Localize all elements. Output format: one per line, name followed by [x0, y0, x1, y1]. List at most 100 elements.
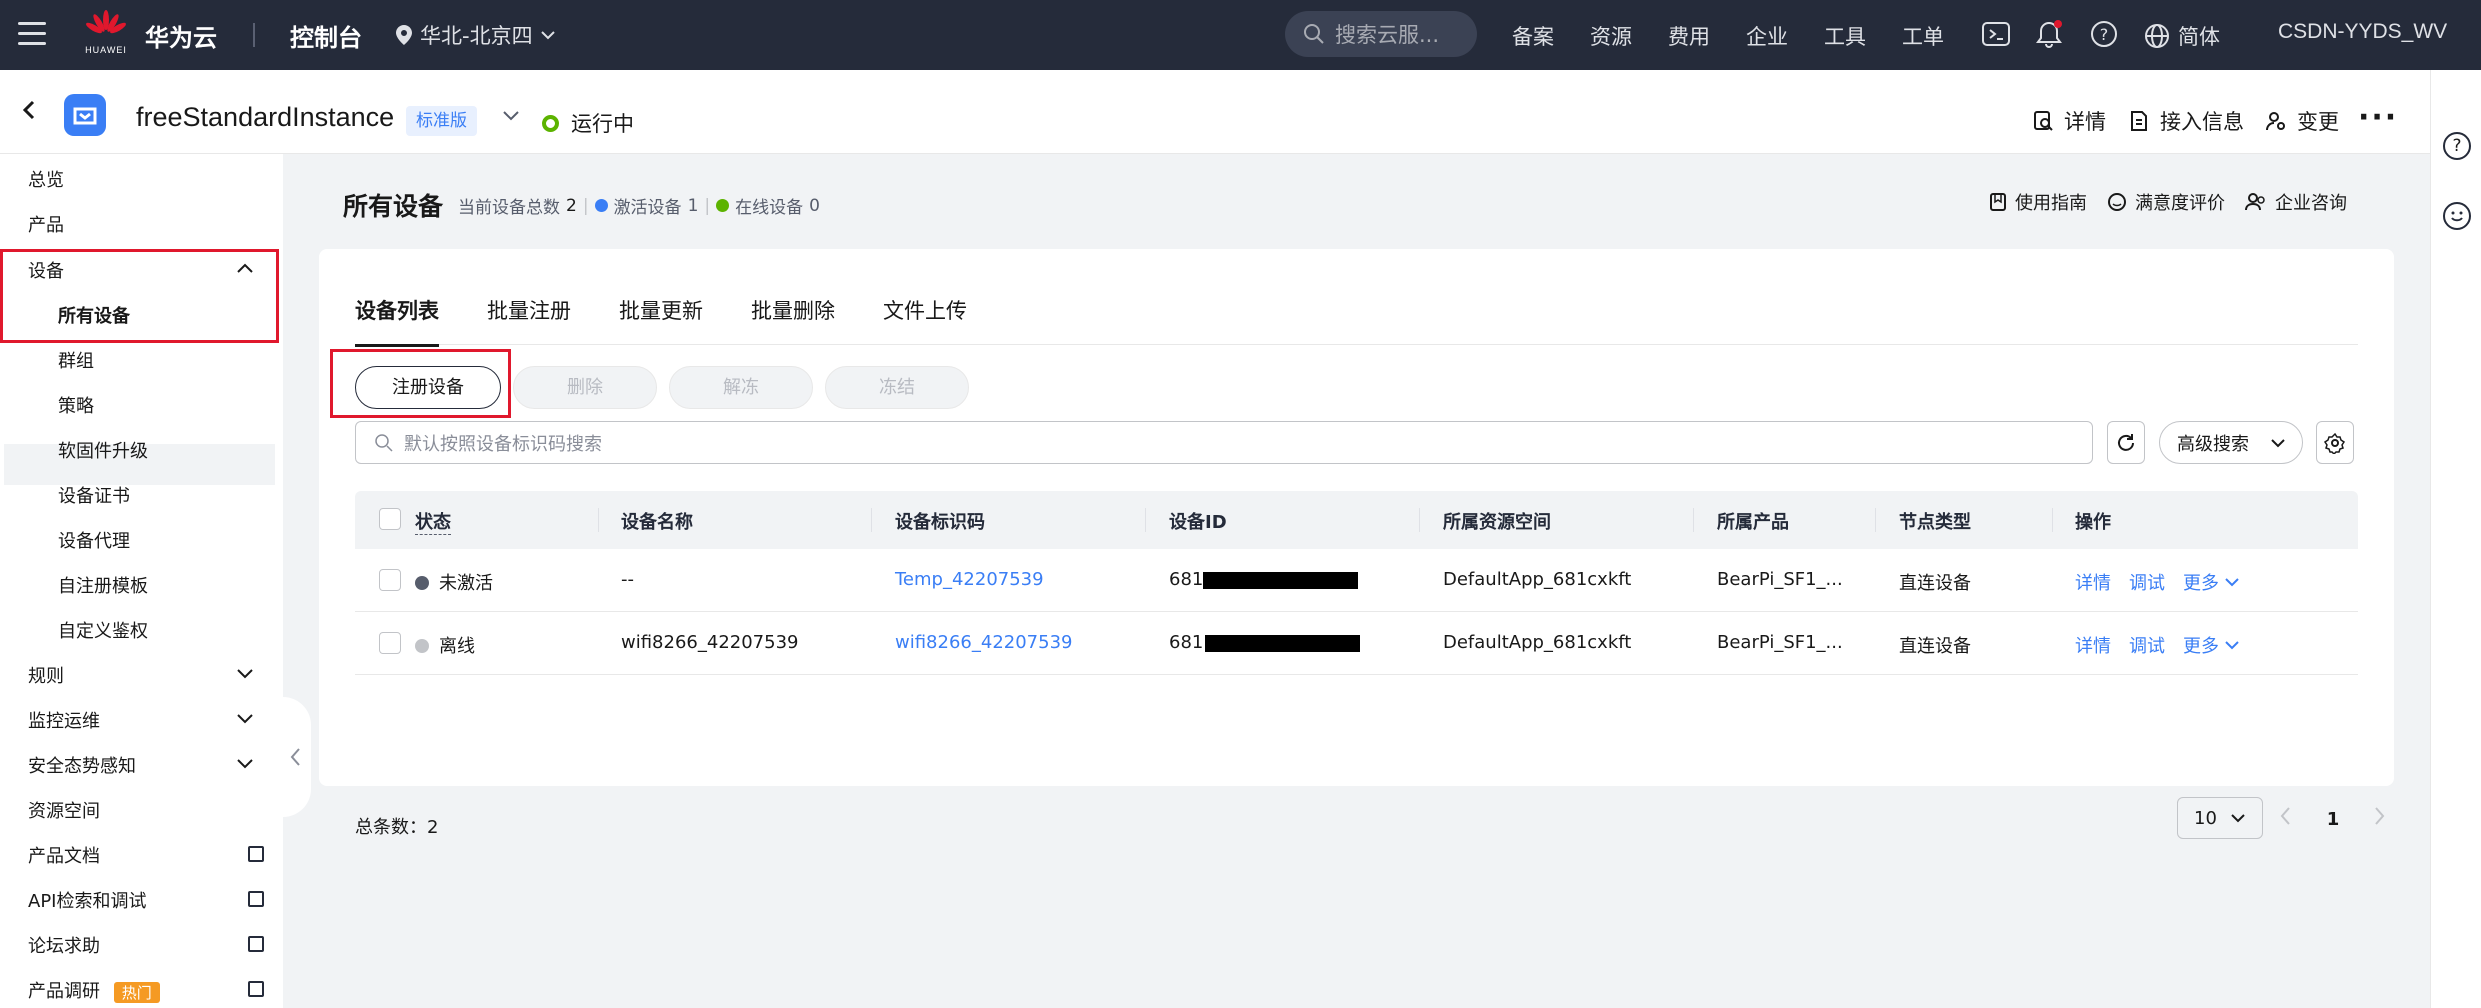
nav-tools[interactable]: 工具 [1824, 21, 1866, 51]
delete-button[interactable]: 删除 [513, 366, 657, 409]
tab-batch-register[interactable]: 批量注册 [487, 295, 571, 345]
tab-device-list[interactable]: 设备列表 [355, 295, 439, 347]
console-link[interactable]: 控制台 [290, 18, 362, 53]
device-node-id-link[interactable]: wifi8266_42207539 [895, 632, 1073, 653]
sidebar-item-self-registration[interactable]: 自注册模板 [58, 572, 148, 598]
more-label: 更多 [2183, 573, 2219, 594]
sidebar-item-custom-auth[interactable]: 自定义鉴权 [58, 617, 148, 643]
chevron-down-icon[interactable] [236, 758, 254, 770]
tab-batch-delete[interactable]: 批量删除 [751, 295, 835, 345]
column-divider [871, 508, 872, 532]
total-count: 总条数：2 [355, 817, 439, 838]
consult-link[interactable]: 企业咨询 [2245, 189, 2347, 215]
device-node-id-link[interactable]: Temp_42207539 [895, 569, 1044, 590]
chevron-down-icon[interactable] [236, 713, 254, 725]
huawei-logo[interactable]: HUAWEI [82, 10, 130, 62]
device-search-input[interactable]: 默认按照设备标识码搜索 [355, 421, 2093, 464]
sidebar-item-security[interactable]: 安全态势感知 [28, 752, 136, 778]
access-info-label: 接入信息 [2160, 110, 2244, 134]
external-link-icon [248, 936, 264, 952]
sidebar-item-ota[interactable]: 软固件升级 [58, 437, 148, 463]
active-dot-icon [594, 199, 608, 212]
brand-name[interactable]: 华为云 [145, 18, 217, 53]
user-account[interactable]: CSDN-YYDS_WV [2278, 20, 2447, 44]
sidebar-item-monitoring[interactable]: 监控运维 [28, 707, 100, 733]
row-checkbox[interactable] [379, 632, 401, 654]
tab-file-upload[interactable]: 文件上传 [883, 295, 967, 345]
more-actions-icon[interactable]: ··· [2358, 100, 2398, 135]
unfreeze-button[interactable]: 解冻 [669, 366, 813, 409]
prev-page-icon[interactable] [2279, 805, 2291, 827]
refresh-button[interactable] [2107, 421, 2145, 464]
help-icon[interactable]: ? [2089, 19, 2119, 49]
sidebar-item-survey[interactable]: 产品调研 热门 [28, 977, 160, 1003]
sidebar-item-docs[interactable]: 产品文档 [28, 842, 100, 868]
nav-resources[interactable]: 资源 [1590, 21, 1632, 51]
page-size-value: 10 [2194, 807, 2217, 829]
device-status: 未激活 [415, 569, 493, 595]
row-actions: 详情 调试 更多 [2075, 632, 2239, 658]
guide-link[interactable]: 使用指南 [1989, 189, 2087, 215]
more-dropdown[interactable]: 更多 [2183, 632, 2239, 658]
refresh-icon [2118, 433, 2134, 451]
instance-switch-chevron-icon[interactable] [502, 110, 520, 122]
menu-icon[interactable] [18, 22, 46, 46]
column-status[interactable]: 状态 [415, 508, 451, 535]
smiley-feedback-icon[interactable] [2443, 202, 2471, 230]
row-checkbox[interactable] [379, 569, 401, 591]
region-label: 华北-北京四 [420, 24, 533, 48]
nav-tickets[interactable]: 工单 [1902, 21, 1944, 51]
instance-header: freeStandardInstance 标准版 运行中 详情 接入信息 变更 … [0, 70, 2430, 154]
status-dot-icon [415, 576, 429, 590]
details-link[interactable]: 详情 [2075, 569, 2111, 595]
sidebar-item-policies[interactable]: 策略 [58, 392, 94, 418]
page-size-select[interactable]: 10 [2177, 797, 2263, 839]
nav-enterprise[interactable]: 企业 [1746, 21, 1788, 51]
product-name: BearPi_SF1_... [1717, 632, 1843, 653]
advanced-search-dropdown[interactable]: 高级搜索 [2159, 421, 2303, 464]
bell-icon[interactable] [2034, 19, 2064, 49]
smiley-icon [2108, 193, 2126, 211]
rating-link[interactable]: 满意度评价 [2107, 189, 2225, 215]
settings-button[interactable] [2316, 421, 2354, 464]
online-devices-label: 在线设备 [735, 198, 804, 218]
nav-filing[interactable]: 备案 [1512, 21, 1554, 51]
sidebar-item-proxy[interactable]: 设备代理 [58, 527, 130, 553]
change-label: 变更 [2297, 110, 2339, 134]
table-header: 状态 设备名称 设备标识码 设备ID 所属资源空间 所属产品 节点类型 操作 [355, 491, 2358, 549]
search-placeholder: 搜索云服... [1335, 23, 1440, 47]
global-search-input[interactable]: 搜索云服... [1285, 11, 1477, 57]
device-tabs: 设备列表 批量注册 批量更新 批量删除 文件上传 [355, 295, 2358, 347]
help-float-icon[interactable]: ? [2443, 132, 2471, 160]
sidebar-item-certificates[interactable]: 设备证书 [58, 482, 130, 508]
access-info-button[interactable]: 接入信息 [2128, 106, 2244, 136]
more-dropdown[interactable]: 更多 [2183, 569, 2239, 595]
terminal-icon[interactable] [1981, 19, 2011, 49]
details-link[interactable]: 详情 [2075, 632, 2111, 658]
chevron-down-icon[interactable] [236, 668, 254, 680]
next-page-icon[interactable] [2374, 805, 2386, 827]
language-selector[interactable]: 简体 [2144, 21, 2220, 51]
change-button[interactable]: 变更 [2265, 106, 2339, 136]
sidebar-item-overview[interactable]: 总览 [28, 166, 64, 192]
tab-batch-update[interactable]: 批量更新 [619, 295, 703, 345]
huawei-flower-icon [86, 10, 126, 34]
details-button[interactable]: 详情 [2032, 106, 2106, 136]
column-divider [1145, 508, 1146, 532]
nav-billing[interactable]: 费用 [1668, 21, 1710, 51]
sidebar-item-products[interactable]: 产品 [28, 211, 64, 237]
sidebar-item-api-explorer[interactable]: API检索和调试 [28, 887, 146, 913]
sidebar-item-resource-space[interactable]: 资源空间 [28, 797, 100, 823]
logo-text: HUAWEI [85, 45, 127, 55]
freeze-button[interactable]: 冻结 [825, 366, 969, 409]
current-page[interactable]: 1 [2310, 797, 2356, 843]
back-arrow-icon[interactable] [18, 98, 42, 122]
region-selector[interactable]: 华北-北京四 [396, 20, 555, 50]
sidebar-item-rules[interactable]: 规则 [28, 662, 64, 688]
device-name: -- [621, 569, 634, 590]
debug-link[interactable]: 调试 [2129, 632, 2165, 658]
select-all-checkbox[interactable] [379, 508, 401, 530]
debug-link[interactable]: 调试 [2129, 569, 2165, 595]
sidebar-item-groups[interactable]: 群组 [58, 347, 94, 373]
sidebar-item-forum[interactable]: 论坛求助 [28, 932, 100, 958]
